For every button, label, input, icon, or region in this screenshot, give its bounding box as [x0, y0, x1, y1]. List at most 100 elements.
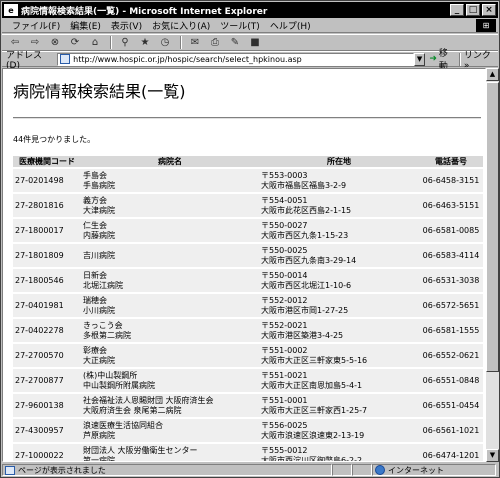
table-row: 27-2700877 (株)中山製鋼所 中山製鋼所附属病院 〒551-0021 大阪市大…: [13, 368, 483, 394]
code-text: 27-2700570: [15, 350, 64, 360]
title-bar[interactable]: e 病院情報検索結果(一覧) - Microsoft Internet Expl…: [2, 2, 498, 18]
cell-tel: 06-6561-1021: [419, 418, 483, 444]
corporation-name: 瑞穂会: [83, 295, 107, 305]
hospital-name: 北堀江病院: [83, 280, 123, 290]
close-button[interactable]: ×: [482, 4, 496, 16]
cell-tel: 06-6458-3151: [419, 168, 483, 194]
history-icon[interactable]: ◷: [156, 36, 174, 50]
corporation-name: 浪速医療生活協同組合: [83, 420, 163, 430]
edit-icon[interactable]: ✎: [226, 36, 244, 50]
corporation-name: 仁生会: [83, 220, 107, 230]
discuss-icon[interactable]: ■: [246, 36, 264, 50]
print-icon[interactable]: ⎙: [206, 36, 224, 50]
status-message-cell: ページが表示されました: [2, 464, 332, 476]
menu-bar: ファイル(F) 編集(E) 表示(V) お気に入り(A) ツール(T) ヘルプ(…: [2, 18, 498, 33]
table-row: 27-1800546 日新会 北堀江病院 〒550-0014 大阪市西区北堀江1-10-…: [13, 268, 483, 294]
code-text: 27-2700877: [15, 375, 64, 385]
cell-tel: 06-6581-0085: [419, 218, 483, 244]
hospital-name: 小川病院: [83, 305, 115, 315]
tel-text: 06-6463-5151: [422, 200, 480, 210]
corporation-name: きっこう会: [83, 320, 123, 330]
page-title: 病院情報検索結果(一覧): [13, 82, 186, 101]
search-icon[interactable]: ⚲: [116, 36, 134, 50]
scroll-up-button[interactable]: ▲: [486, 68, 499, 81]
result-count: 44件見つかりました。: [13, 135, 96, 144]
cell-code: 27-0402278: [13, 318, 81, 344]
cell-code: 27-1800017: [13, 218, 81, 244]
postal-code: 〒551-0002: [261, 345, 308, 355]
favorites-icon[interactable]: ★: [136, 36, 154, 50]
table-row: 27-1801809 吉川病院 〒550-0025 大阪市西区九条南3-29-14 06…: [13, 243, 483, 269]
hospital-name: 中山製鋼所附属病院: [83, 380, 155, 390]
status-zone-cell: インターネット: [372, 464, 496, 476]
cell-name: 社会福祉法人恩賜財団 大阪府済生会 大阪府済生会 泉尾第二病院: [81, 393, 259, 419]
cell-name: きっこう会 多根第二病院: [81, 318, 259, 344]
maximize-button[interactable]: □: [466, 4, 480, 16]
street-address: 大阪市此花区西島2-1-15: [261, 205, 352, 215]
browser-window: e 病院情報検索結果(一覧) - Microsoft Internet Expl…: [0, 0, 500, 478]
code-text: 27-1000022: [15, 450, 64, 460]
cell-code: 27-0201498: [13, 168, 81, 194]
status-bar: ページが表示されました インターネット: [2, 463, 498, 477]
code-text: 27-0401981: [15, 300, 64, 310]
menu-tools[interactable]: ツール(T): [220, 19, 260, 32]
address-input[interactable]: http://www.hospic.or.jp/hospic/search/se…: [57, 52, 414, 66]
cell-code: 27-2801816: [13, 193, 81, 219]
hospital-name: 手島病院: [83, 180, 115, 190]
cell-address: 〒552-0021 大阪市港区築港3-4-25: [259, 318, 419, 344]
menu-edit[interactable]: 編集(E): [70, 19, 101, 32]
cell-code: 27-0401981: [13, 293, 81, 319]
hospital-name: 吉川病院: [83, 250, 115, 260]
table-row: 27-4300957 浪速医療生活協同組合 芦原病院 〒556-0025 大阪市浪速区浪…: [13, 418, 483, 444]
scroll-thumb[interactable]: [486, 82, 499, 372]
code-text: 27-2801816: [15, 200, 64, 210]
postal-code: 〒553-0003: [261, 170, 308, 180]
code-text: 27-9600138: [15, 400, 64, 410]
corporation-name: 社会福祉法人恩賜財団 大阪府済生会: [83, 395, 214, 405]
cell-address: 〒554-0051 大阪市此花区西島2-1-15: [259, 193, 419, 219]
cell-address: 〒550-0014 大阪市西区北堀江1-10-6: [259, 268, 419, 294]
menu-file[interactable]: ファイル(F): [12, 19, 60, 32]
tel-text: 06-6581-1555: [422, 325, 480, 335]
cell-tel: 06-6463-5151: [419, 193, 483, 219]
street-address: 大阪市大正区三軒家東5-5-16: [261, 355, 368, 365]
minimize-button[interactable]: _: [450, 4, 464, 16]
cell-address: 〒551-0002 大阪市大正区三軒家東5-5-16: [259, 343, 419, 369]
cell-tel: 06-6572-5651: [419, 293, 483, 319]
menu-view[interactable]: 表示(V): [111, 19, 142, 32]
cell-name: 瑞穂会 小川病院: [81, 293, 259, 319]
refresh-icon[interactable]: ⟳: [66, 36, 84, 50]
windows-logo-icon: ⊞: [476, 18, 496, 32]
cell-tel: 06-6552-0621: [419, 343, 483, 369]
scroll-down-button[interactable]: ▼: [486, 449, 499, 462]
tel-text: 06-6581-0085: [422, 225, 480, 235]
hospital-name: 芦原病院: [83, 430, 115, 440]
cell-code: 27-2700570: [13, 343, 81, 369]
mail-icon[interactable]: ✉: [186, 36, 204, 50]
header-name: 病院名: [81, 156, 259, 169]
postal-code: 〒552-0012: [261, 295, 308, 305]
address-dropdown-button[interactable]: ▼: [413, 52, 426, 66]
postal-code: 〒550-0025: [261, 245, 308, 255]
menu-help[interactable]: ヘルプ(H): [270, 19, 311, 32]
header-code: 医療機関コード: [13, 156, 81, 169]
vertical-scrollbar[interactable]: ▲ ▼: [486, 68, 499, 462]
hospital-name: 大正病院: [83, 355, 115, 365]
hospital-name: 内藤病院: [83, 230, 115, 240]
cell-address: 〒556-0025 大阪市浪速区浪速東2-13-19: [259, 418, 419, 444]
toolbar-separator: [180, 36, 182, 49]
street-address: 大阪市港区市岡1-27-25: [261, 305, 349, 315]
cell-code: 27-2700877: [13, 368, 81, 394]
street-address: 大阪市港区築港3-4-25: [261, 330, 344, 340]
postal-code: 〒550-0014: [261, 270, 308, 280]
page-done-icon: [5, 465, 15, 475]
home-icon[interactable]: ⌂: [86, 36, 104, 50]
ie-app-icon[interactable]: e: [4, 4, 18, 16]
header-tel: 電話番号: [419, 156, 483, 169]
menu-favorites[interactable]: お気に入り(A): [152, 19, 210, 32]
corporation-name: (株)中山製鋼所: [83, 370, 138, 380]
street-address: 大阪市西区北堀江1-10-6: [261, 280, 352, 290]
page-icon: [60, 54, 71, 64]
tel-text: 06-6551-0454: [422, 400, 480, 410]
tel-text: 06-6474-1201: [422, 450, 480, 460]
